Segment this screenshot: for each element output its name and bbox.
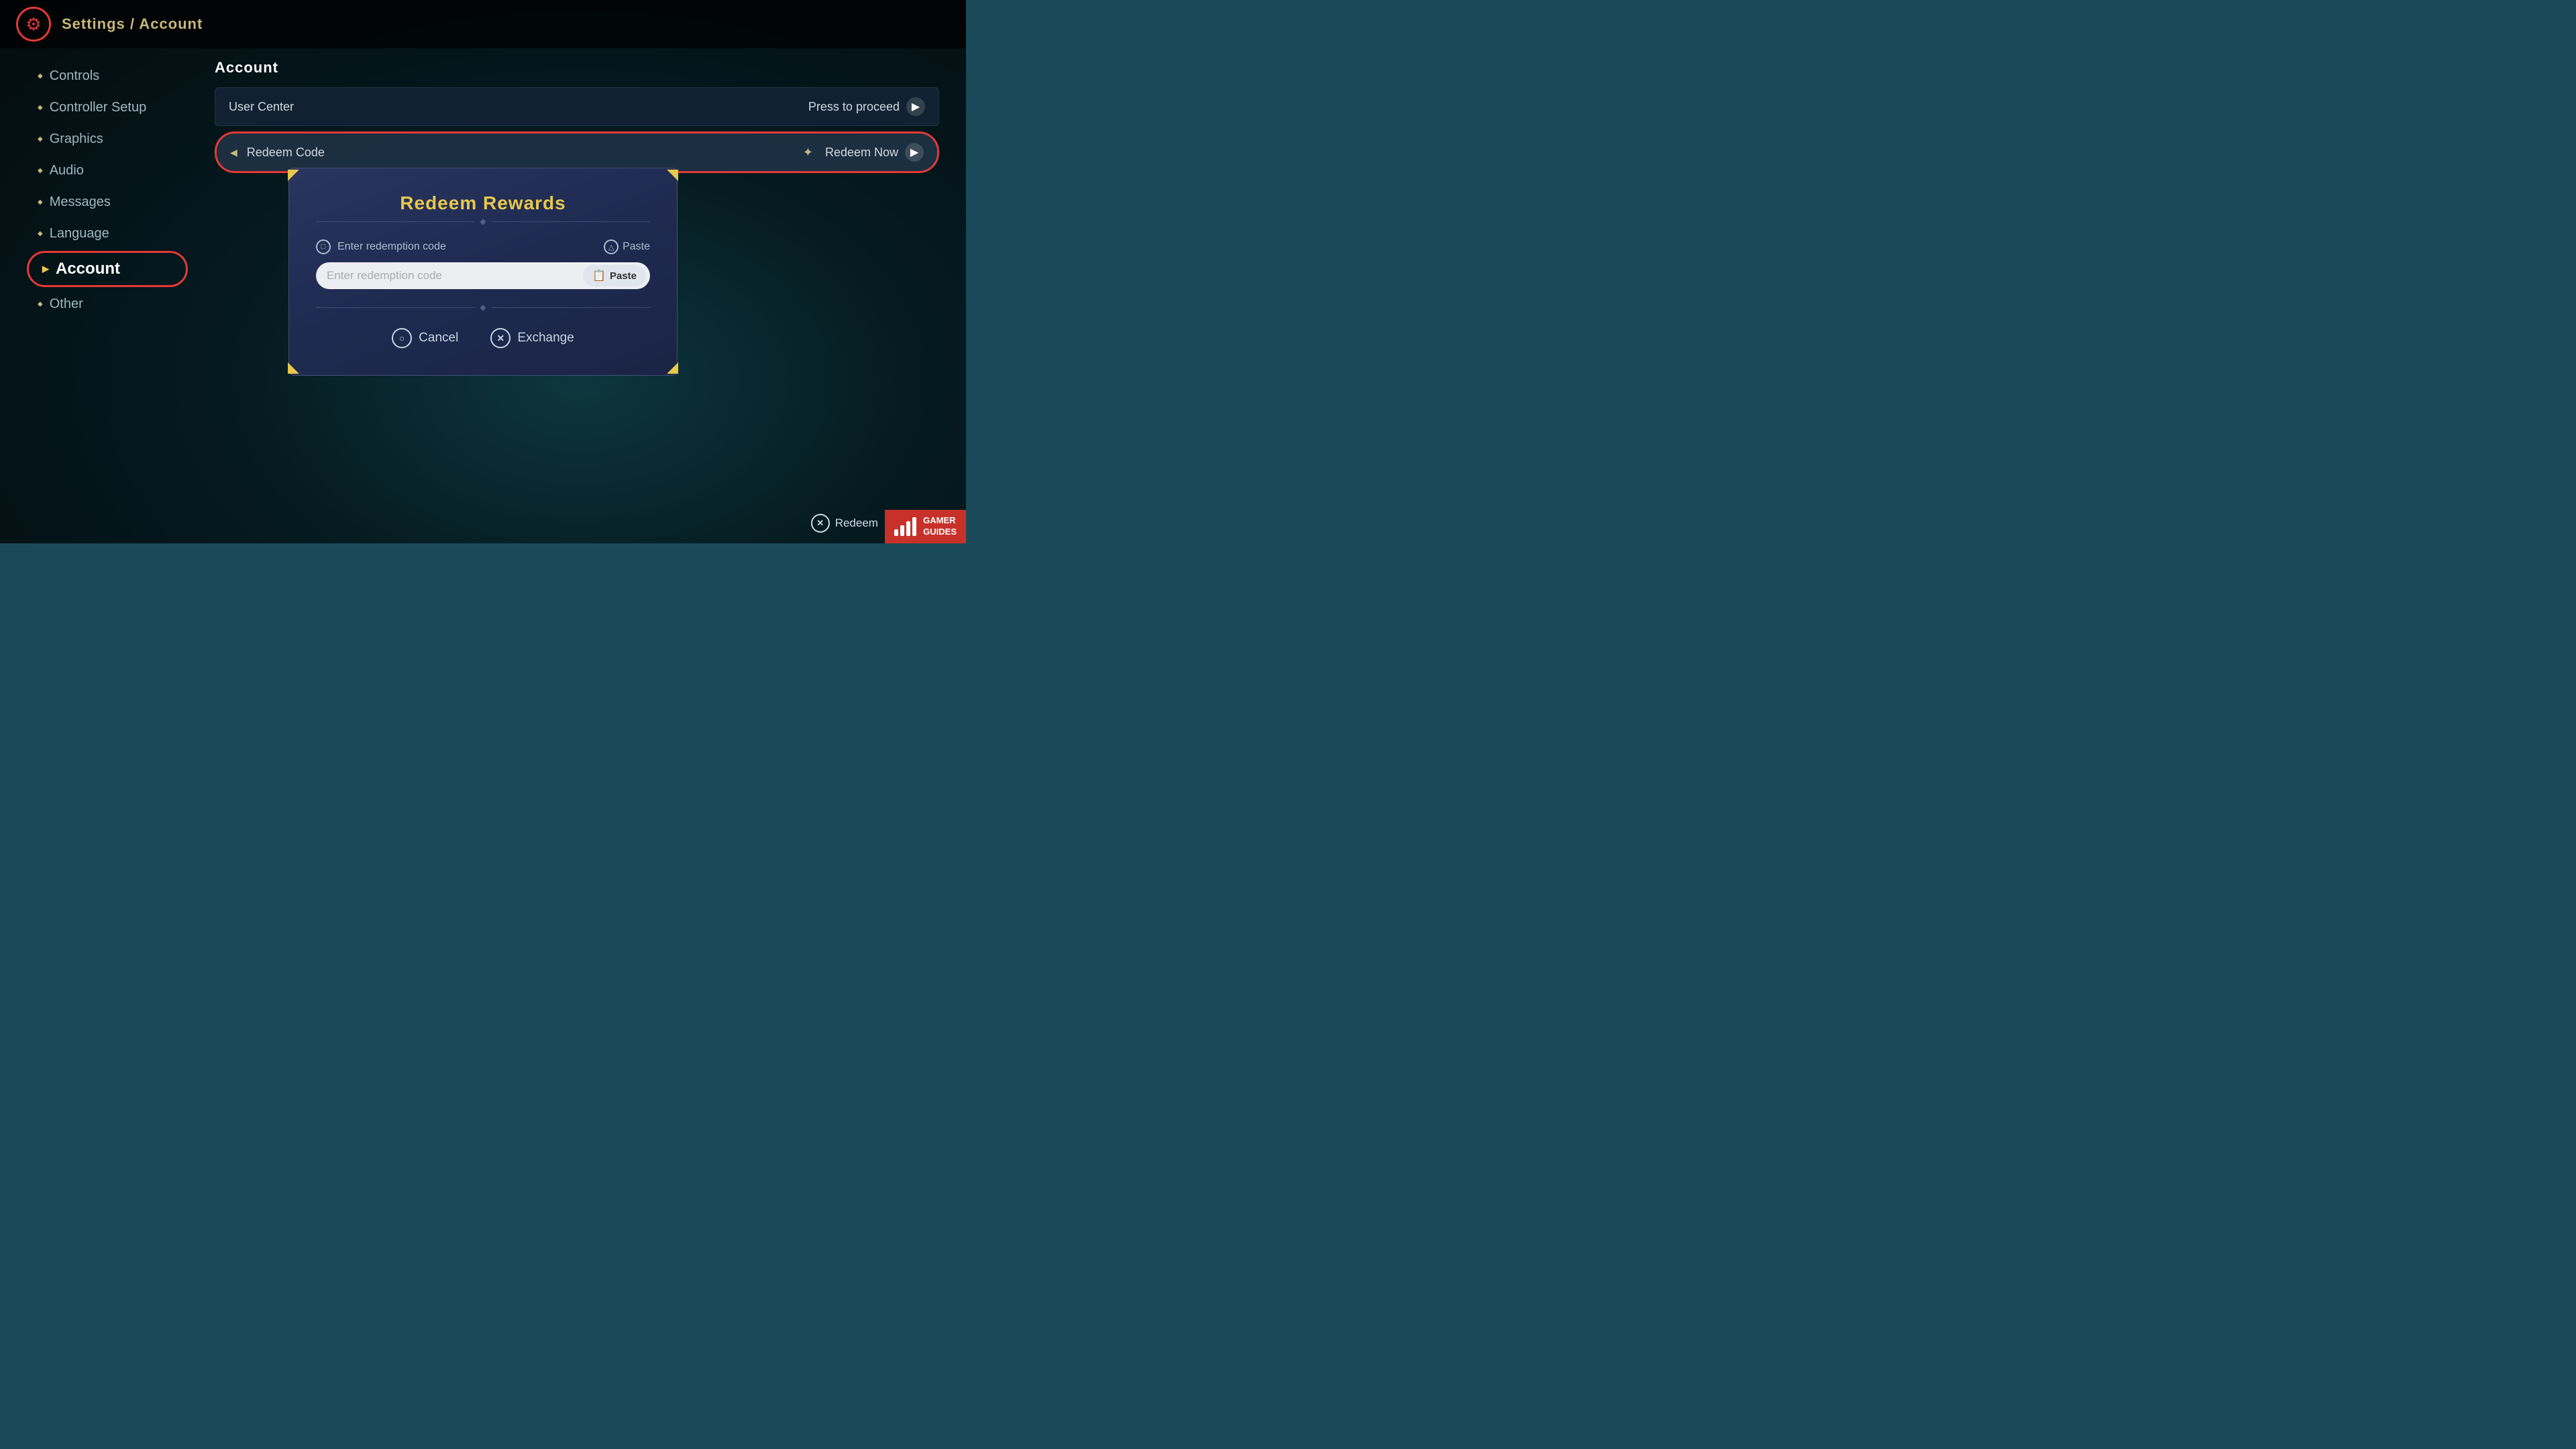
modal-input-label-left: □ Enter redemption code — [316, 239, 446, 254]
watermark-text: GAMER GUIDES — [923, 515, 957, 538]
redeem-hud-icon: ✕ — [811, 514, 830, 533]
bar3 — [906, 521, 910, 536]
watermark-bars-icon — [894, 517, 916, 536]
cancel-circle-icon: ○ — [392, 328, 412, 348]
deco-diamond-icon: ◆ — [480, 217, 486, 226]
redeem-modal: ◤ ◤ ◤ ◤ Redeem Rewards ◆ □ Enter redempt… — [288, 168, 678, 376]
paste-top-button[interactable]: △ Paste — [604, 239, 650, 254]
modal-backdrop: ◤ ◤ ◤ ◤ Redeem Rewards ◆ □ Enter redempt… — [0, 0, 966, 543]
cancel-button[interactable]: ○ Cancel — [392, 328, 458, 348]
corner-tr-icon: ◤ — [659, 167, 678, 186]
paste-inline-button[interactable]: 📋 Paste — [583, 265, 646, 286]
deco-line-left — [316, 221, 474, 222]
bar4 — [912, 517, 916, 536]
watermark: GAMER GUIDES — [885, 510, 966, 543]
redemption-code-input[interactable] — [327, 269, 578, 282]
cancel-label: Cancel — [419, 331, 458, 345]
exchange-circle-icon: ✕ — [490, 328, 511, 348]
deco-line-bottom-left — [316, 307, 474, 308]
corner-bl-icon: ◤ — [288, 358, 307, 376]
paste-top-label: Paste — [623, 241, 650, 253]
redeem-hud-label: Redeem — [835, 517, 878, 530]
deco-line-bottom-right — [492, 307, 650, 308]
modal-deco-bottom: ◆ — [316, 303, 650, 312]
input-icon: □ — [316, 239, 331, 254]
exchange-label: Exchange — [517, 331, 574, 345]
bar2 — [900, 525, 904, 536]
deco-diamond-bottom-icon: ◆ — [480, 303, 486, 312]
input-row: 📋 Paste — [316, 262, 650, 289]
paste-inline-label: Paste — [610, 270, 637, 282]
modal-deco-top: ◆ — [316, 217, 650, 226]
modal-buttons: ○ Cancel ✕ Exchange — [316, 328, 650, 348]
deco-line-right — [492, 221, 650, 222]
corner-br-icon: ◤ — [659, 358, 678, 376]
modal-input-label: Enter redemption code — [337, 241, 446, 253]
corner-tl-icon: ◤ — [288, 167, 307, 186]
redeem-hud-button[interactable]: ✕ Redeem — [811, 514, 878, 533]
bar1 — [894, 529, 898, 536]
paste-top-icon: △ — [604, 239, 619, 254]
paste-inline-icon: 📋 — [592, 269, 606, 282]
modal-title: Redeem Rewards — [316, 193, 650, 214]
modal-label-row: □ Enter redemption code △ Paste — [316, 239, 650, 254]
exchange-button[interactable]: ✕ Exchange — [490, 328, 574, 348]
